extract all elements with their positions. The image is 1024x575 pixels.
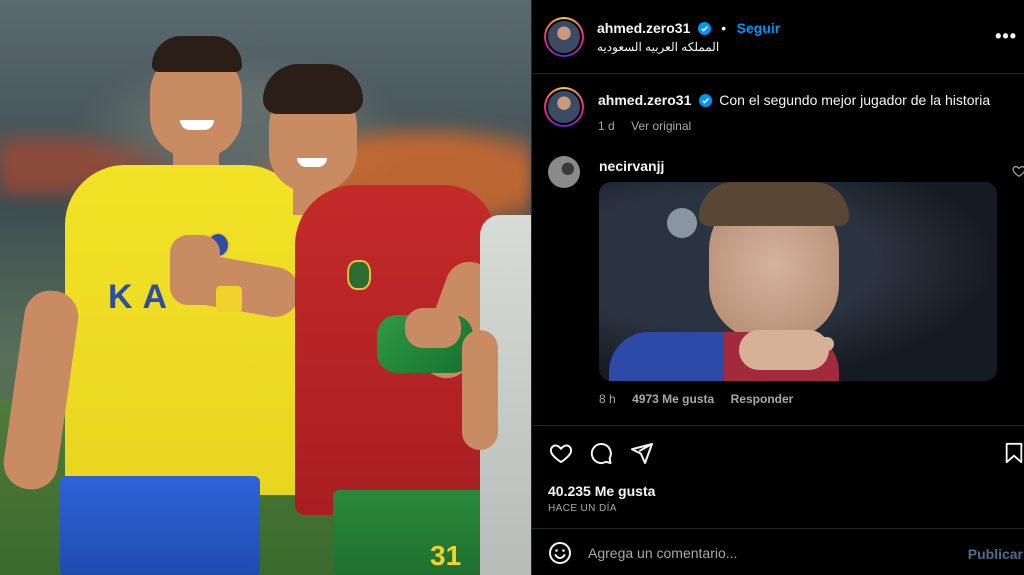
reply-button[interactable]: Responder	[731, 392, 794, 406]
post-photo: KA 31	[0, 0, 531, 575]
header-username[interactable]: ahmed.zero31	[597, 20, 690, 36]
more-icon[interactable]: •••	[995, 26, 1017, 47]
save-icon[interactable]	[1003, 441, 1024, 465]
player-red: 31	[255, 60, 515, 575]
add-comment-bar: Publicar	[532, 528, 1024, 575]
see-original-link[interactable]: Ver original	[631, 119, 691, 133]
comment-gif[interactable]	[599, 182, 997, 381]
caption: ahmed.zero31 Con el segundo mejor jugado…	[598, 92, 1018, 110]
post-time-ago[interactable]: HACE UN DÍA	[548, 503, 617, 514]
comment-icon[interactable]	[589, 441, 613, 465]
player-partial-arm	[462, 330, 498, 450]
caption-avatar[interactable]	[544, 87, 584, 127]
post-header: ahmed.zero31 • Seguir المملكه العربيه ال…	[532, 0, 1024, 74]
comment-avatar[interactable]	[548, 156, 580, 188]
shirt-sponsor-text: KA	[108, 278, 178, 316]
follow-button[interactable]: Seguir	[737, 20, 781, 36]
comment-likes[interactable]: 4973 Me gusta	[632, 392, 714, 406]
verified-icon	[698, 94, 712, 107]
comment-heart-icon[interactable]	[1012, 164, 1024, 178]
comment-time[interactable]: 8 h	[599, 392, 616, 406]
post-side-panel: ahmed.zero31 • Seguir المملكه العربيه ال…	[531, 0, 1024, 575]
comment-input[interactable]	[588, 542, 948, 564]
caption-text: Con el segundo mejor jugador de la histo…	[719, 92, 991, 108]
actions-divider	[532, 425, 1024, 426]
emoji-icon[interactable]	[548, 541, 572, 565]
location-label[interactable]: المملكه العربيه السعوديه	[597, 40, 719, 54]
heart-icon[interactable]	[549, 441, 573, 465]
like-count[interactable]: 40.235 Me gusta	[548, 483, 655, 499]
caption-username[interactable]: ahmed.zero31	[598, 92, 691, 108]
separator-dot: •	[721, 20, 727, 36]
comment-username[interactable]: necirvanjj	[599, 158, 664, 174]
caption-time[interactable]: 1 d	[598, 119, 615, 133]
verified-icon	[697, 22, 711, 35]
publish-button[interactable]: Publicar	[968, 546, 1023, 562]
share-icon[interactable]	[630, 441, 654, 465]
shorts-number: 31	[430, 540, 462, 571]
avatar[interactable]	[544, 17, 584, 57]
